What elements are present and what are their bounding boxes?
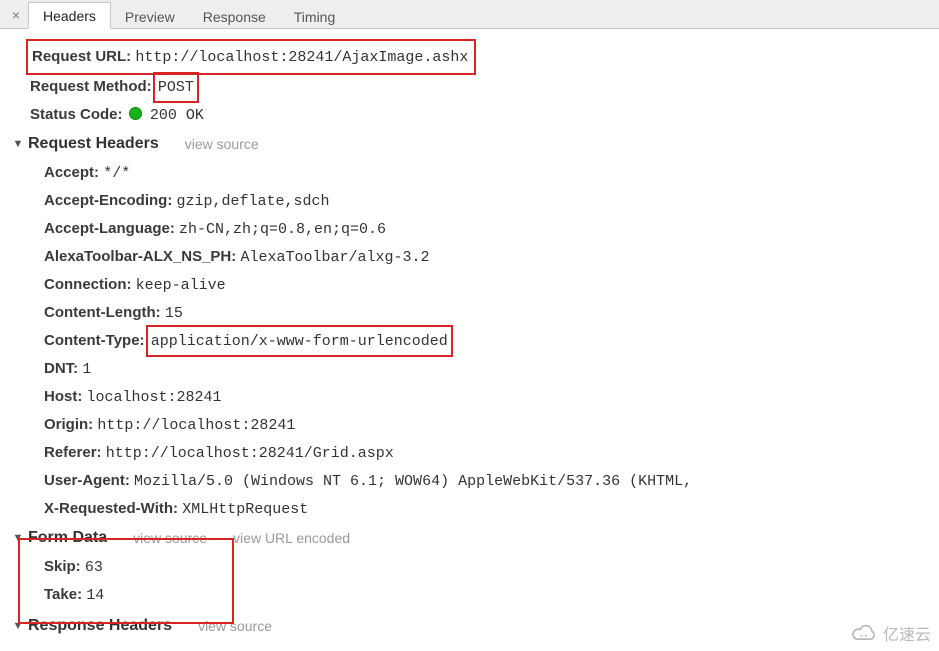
response-headers-title: Response Headers	[28, 611, 172, 641]
request-method-value: POST	[153, 72, 199, 103]
header-row: Origin: http://localhost:28241	[44, 411, 939, 439]
view-source-link[interactable]: view source	[185, 129, 259, 159]
watermark: 亿速云	[851, 621, 931, 645]
tab-headers[interactable]: Headers	[28, 2, 111, 29]
section-request-headers[interactable]: ▼ Request Headers view source	[12, 129, 939, 159]
headers-panel: Request URL: http://localhost:28241/Ajax…	[0, 29, 939, 641]
view-source-link[interactable]: view source	[198, 611, 272, 641]
header-value: AlexaToolbar/alxg-3.2	[240, 249, 429, 266]
tab-preview[interactable]: Preview	[111, 4, 189, 29]
header-value: gzip,deflate,sdch	[177, 193, 330, 210]
tab-bar: × Headers Preview Response Timing	[0, 0, 939, 29]
form-data-value: 14	[86, 587, 104, 604]
header-value: Mozilla/5.0 (Windows NT 6.1; WOW64) Appl…	[134, 473, 692, 490]
header-key: User-Agent:	[44, 472, 134, 489]
watermark-text: 亿速云	[883, 621, 931, 645]
header-row: AlexaToolbar-ALX_NS_PH: AlexaToolbar/alx…	[44, 243, 939, 271]
status-code-value: 200 OK	[150, 107, 204, 124]
header-key: Origin:	[44, 416, 97, 433]
chevron-down-icon[interactable]: ▼	[12, 523, 24, 553]
header-row: Content-Type: application/x-www-form-url…	[44, 327, 939, 355]
header-value: XMLHttpRequest	[182, 501, 308, 518]
request-method-row: Request Method: POST	[30, 73, 939, 101]
form-data-key: Take:	[44, 586, 86, 603]
request-headers-title: Request Headers	[28, 129, 159, 159]
header-key: Accept-Encoding:	[44, 192, 177, 209]
header-key: Connection:	[44, 276, 136, 293]
header-key: Referer:	[44, 444, 106, 461]
header-value: 1	[82, 361, 91, 378]
header-row: Connection: keep-alive	[44, 271, 939, 299]
header-row: Referer: http://localhost:28241/Grid.asp…	[44, 439, 939, 467]
form-data-key: Skip:	[44, 558, 85, 575]
header-key: Host:	[44, 388, 87, 405]
header-value: http://localhost:28241	[97, 417, 295, 434]
header-key: Accept:	[44, 164, 103, 181]
status-code-row: Status Code: 200 OK	[30, 101, 939, 129]
status-code-label: Status Code:	[30, 106, 123, 123]
section-form-data[interactable]: ▼ Form Data view source view URL encoded	[12, 523, 939, 553]
header-row: Host: localhost:28241	[44, 383, 939, 411]
view-source-link[interactable]: view source	[133, 523, 207, 553]
header-key: Content-Length:	[44, 304, 165, 321]
form-data-row: Skip: 63	[44, 553, 939, 581]
form-data-row: Take: 14	[44, 581, 939, 609]
header-row: Content-Length: 15	[44, 299, 939, 327]
header-value: zh-CN,zh;q=0.8,en;q=0.6	[179, 221, 386, 238]
request-method-label: Request Method:	[30, 78, 152, 95]
header-row: Accept: */*	[44, 159, 939, 187]
header-key: DNT:	[44, 360, 82, 377]
header-value: 15	[165, 305, 183, 322]
header-row: DNT: 1	[44, 355, 939, 383]
header-key: X-Requested-With:	[44, 500, 182, 517]
form-data-value: 63	[85, 559, 103, 576]
section-response-headers[interactable]: ▼ Response Headers view source	[12, 611, 939, 641]
view-url-encoded-link[interactable]: view URL encoded	[233, 523, 350, 553]
header-key: Accept-Language:	[44, 220, 179, 237]
request-url-row: Request URL: http://localhost:28241/Ajax…	[30, 41, 939, 73]
header-value: http://localhost:28241/Grid.aspx	[106, 445, 394, 462]
header-value: localhost:28241	[87, 389, 222, 406]
header-value: application/x-www-form-urlencoded	[151, 333, 448, 350]
header-row: Accept-Language: zh-CN,zh;q=0.8,en;q=0.6	[44, 215, 939, 243]
tab-timing[interactable]: Timing	[280, 4, 350, 29]
header-row: Accept-Encoding: gzip,deflate,sdch	[44, 187, 939, 215]
header-row: User-Agent: Mozilla/5.0 (Windows NT 6.1;…	[44, 467, 939, 495]
tab-response[interactable]: Response	[189, 4, 280, 29]
chevron-down-icon[interactable]: ▼	[12, 129, 24, 159]
form-data-title: Form Data	[28, 523, 107, 553]
header-value: keep-alive	[136, 277, 226, 294]
header-key: Content-Type:	[44, 332, 149, 349]
status-dot-icon	[129, 107, 142, 120]
chevron-down-icon[interactable]: ▼	[12, 611, 24, 641]
request-url-label: Request URL:	[32, 48, 131, 65]
header-row: X-Requested-With: XMLHttpRequest	[44, 495, 939, 523]
header-key: AlexaToolbar-ALX_NS_PH:	[44, 248, 240, 265]
header-value: */*	[103, 165, 130, 182]
request-url-value: http://localhost:28241/AjaxImage.ashx	[135, 49, 468, 66]
cloud-icon	[851, 624, 879, 642]
close-icon[interactable]: ×	[4, 2, 28, 28]
